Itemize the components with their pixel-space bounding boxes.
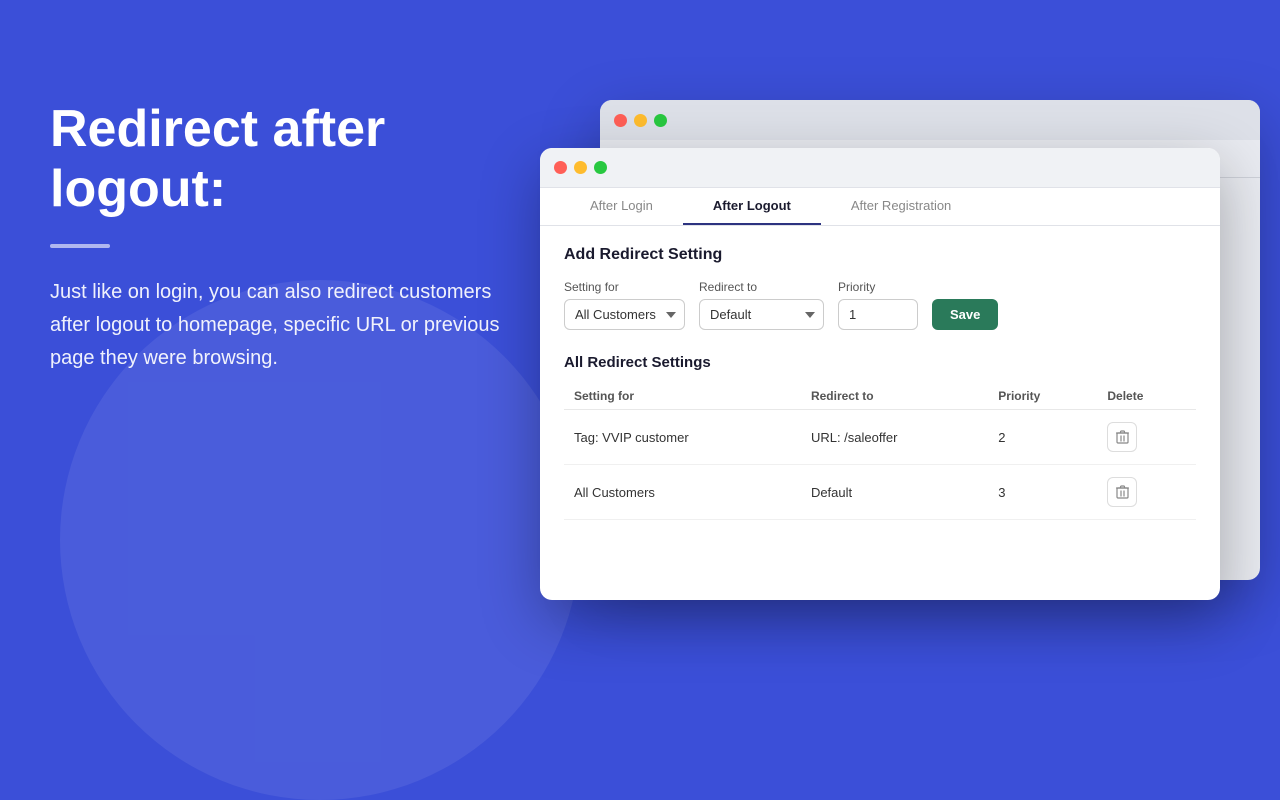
setting-for-label: Setting for	[564, 280, 685, 294]
traffic-light-green-back[interactable]	[654, 114, 667, 127]
redirect-to-group: Redirect to Default Homepage Previous Pa…	[699, 280, 824, 330]
setting-for-group: Setting for All Customers Logged In Gues…	[564, 280, 685, 330]
window-front-titlebar	[540, 148, 1220, 188]
traffic-light-red-back[interactable]	[614, 114, 627, 127]
row1-redirect-to: URL: /saleoffer	[801, 410, 988, 465]
table-row: Tag: VVIP customer URL: /saleoffer 2	[564, 410, 1196, 465]
delete-row2-button[interactable]	[1107, 477, 1137, 507]
row2-priority: 3	[988, 465, 1097, 520]
traffic-light-yellow-back[interactable]	[634, 114, 647, 127]
setting-for-select[interactable]: All Customers Logged In Guests	[564, 299, 685, 330]
window-front-tabs: After Login After Logout After Registrat…	[540, 188, 1220, 226]
col-delete: Delete	[1097, 383, 1196, 410]
col-redirect-to: Redirect to	[801, 383, 988, 410]
redirect-to-label: Redirect to	[699, 280, 824, 294]
traffic-light-green-front[interactable]	[594, 161, 607, 174]
priority-label: Priority	[838, 280, 918, 294]
priority-group: Priority	[838, 280, 918, 330]
table-header-row: Setting for Redirect to Priority Delete	[564, 383, 1196, 410]
description: Just like on login, you can also redirec…	[50, 276, 500, 375]
divider	[50, 244, 110, 248]
col-priority: Priority	[988, 383, 1097, 410]
traffic-light-red-front[interactable]	[554, 161, 567, 174]
window-front: After Login After Logout After Registrat…	[540, 148, 1220, 600]
row2-setting-for: All Customers	[564, 465, 801, 520]
table-row: All Customers Default 3	[564, 465, 1196, 520]
row1-setting-for: Tag: VVIP customer	[564, 410, 801, 465]
row2-redirect-to: Default	[801, 465, 988, 520]
all-settings-title: All Redirect Settings	[564, 354, 1196, 371]
save-button[interactable]: Save	[932, 299, 998, 330]
windows-area: After Login After Logout After Registrat…	[540, 100, 1260, 600]
trash-icon	[1116, 485, 1129, 499]
priority-input[interactable]	[838, 299, 918, 330]
headline: Redirect after logout:	[50, 100, 500, 220]
window-content: Add Redirect Setting Setting for All Cus…	[540, 226, 1220, 540]
col-setting-for: Setting for	[564, 383, 801, 410]
trash-icon	[1116, 430, 1129, 444]
redirect-to-select[interactable]: Default Homepage Previous Page Custom UR…	[699, 299, 824, 330]
delete-row1-button[interactable]	[1107, 422, 1137, 452]
left-panel: Redirect after logout: Just like on logi…	[50, 100, 500, 375]
front-tab-after-login[interactable]: After Login	[560, 188, 683, 225]
row2-delete-cell	[1097, 465, 1196, 520]
add-redirect-form: Setting for All Customers Logged In Gues…	[564, 280, 1196, 330]
front-tab-after-logout[interactable]: After Logout	[683, 188, 821, 225]
add-redirect-title: Add Redirect Setting	[564, 246, 1196, 264]
window-back-titlebar	[600, 100, 1260, 140]
redirect-settings-table: Setting for Redirect to Priority Delete …	[564, 383, 1196, 520]
traffic-light-yellow-front[interactable]	[574, 161, 587, 174]
row1-delete-cell	[1097, 410, 1196, 465]
front-tab-after-registration[interactable]: After Registration	[821, 188, 981, 225]
row1-priority: 2	[988, 410, 1097, 465]
